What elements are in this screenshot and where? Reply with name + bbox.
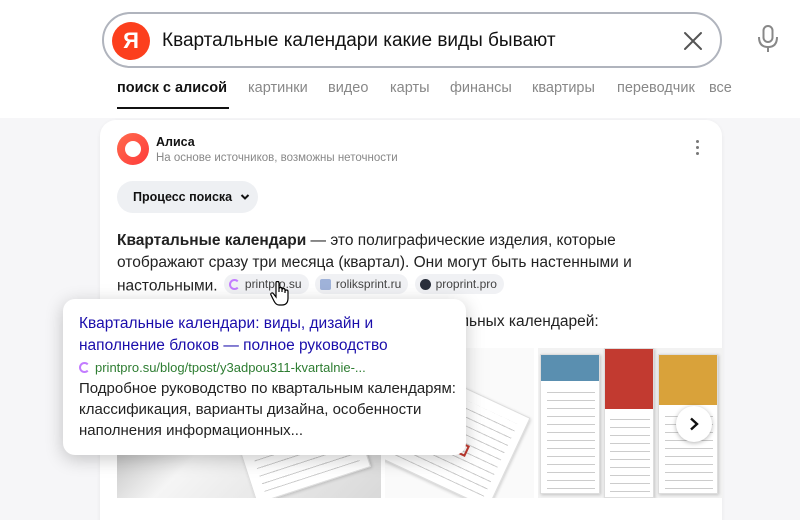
more-options-icon[interactable] — [694, 140, 700, 158]
tab-finance[interactable]: финансы — [450, 80, 512, 96]
printpro-icon — [228, 278, 240, 290]
answer-text: Квартальные календари — это полиграфичес… — [117, 230, 677, 298]
source-chip-roliksprint[interactable]: roliksprint.ru — [314, 274, 409, 294]
source-preview-popup: Квартальные календари: виды, дизайн и на… — [63, 299, 466, 455]
search-process-label: Процесс поиска — [133, 190, 233, 204]
popup-title-link[interactable]: Квартальные календари: виды, дизайн и на… — [79, 313, 449, 357]
answer-term: Квартальные календари — [117, 232, 307, 249]
hand-cursor-icon — [270, 281, 289, 306]
proprint-icon — [419, 278, 431, 290]
tab-translator[interactable]: переводчик — [617, 80, 695, 96]
alice-name: Алиса — [156, 135, 195, 149]
tab-maps[interactable]: карты — [390, 80, 430, 96]
microphone-icon[interactable] — [756, 24, 780, 54]
close-icon[interactable] — [680, 28, 706, 54]
answer-types-fragment: льных календарей: — [460, 313, 599, 330]
tab-images[interactable]: картинки — [248, 80, 308, 96]
chevron-down-icon — [240, 194, 250, 200]
tab-video[interactable]: видео — [328, 80, 368, 96]
search-box[interactable]: Я Квартальные календари какие виды бываю… — [102, 12, 722, 68]
alice-subtitle: На основе источников, возможны неточност… — [156, 152, 398, 164]
book-icon — [319, 278, 331, 290]
search-process-button[interactable]: Процесс поиска — [117, 181, 258, 213]
tab-alice-search[interactable]: поиск с алисой — [117, 80, 227, 96]
carousel-next-button[interactable] — [676, 406, 712, 442]
header: Я Квартальные календари какие виды бываю… — [0, 0, 800, 118]
chevron-right-icon — [690, 417, 699, 431]
tab-apartments[interactable]: квартиры — [532, 80, 595, 96]
popup-description: Подробное руководство по квартальным кал… — [79, 380, 456, 439]
popup-url[interactable]: printpro.su/blog/tpost/y3adpou311-kvarta… — [79, 360, 366, 375]
alice-avatar — [117, 133, 149, 165]
yandex-logo[interactable]: Я — [112, 22, 150, 60]
search-input[interactable]: Квартальные календари какие виды бывают — [162, 30, 556, 52]
source-chip-printpro[interactable]: printpro.su — [223, 274, 309, 294]
printpro-icon — [79, 362, 90, 373]
active-tab-underline — [117, 107, 229, 109]
tab-all[interactable]: все — [709, 80, 732, 96]
source-chip-proprint[interactable]: proprint.pro — [414, 274, 504, 294]
